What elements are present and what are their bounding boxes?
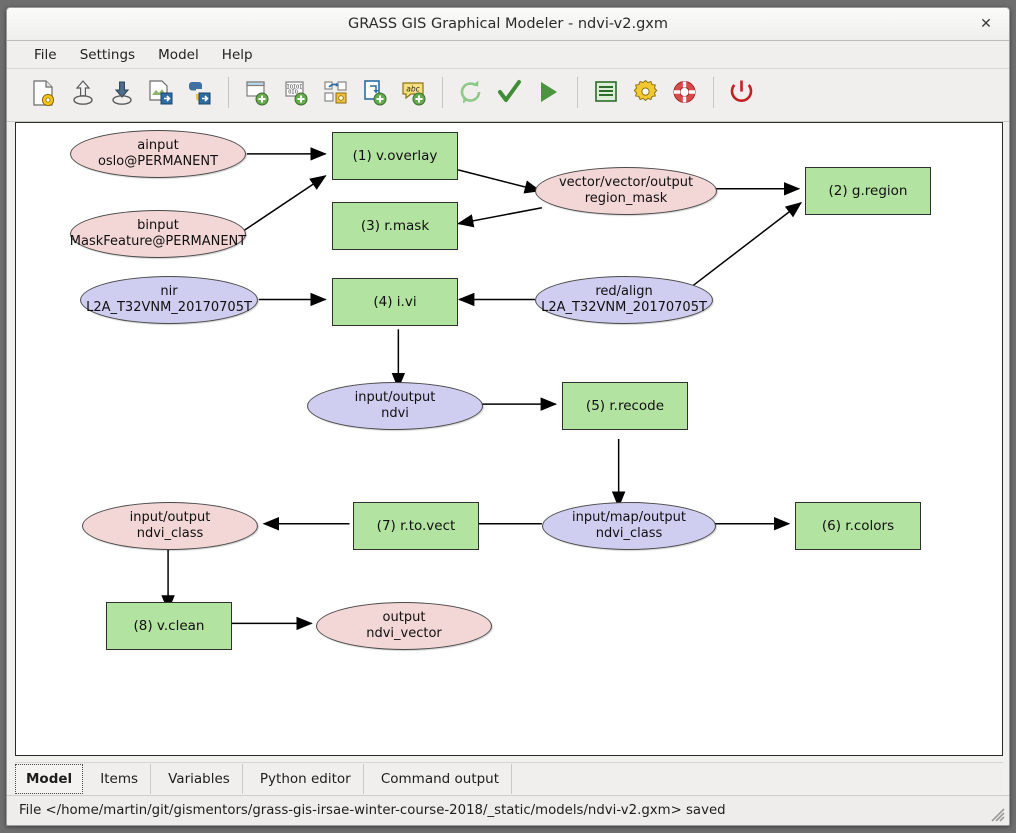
menu-help[interactable]: Help bbox=[213, 41, 262, 69]
node-label: (6) r.colors bbox=[821, 518, 895, 534]
command-node-i-vi[interactable]: (4) i.vi bbox=[332, 278, 458, 326]
node-label: (2) g.region bbox=[828, 183, 908, 199]
add-command-icon[interactable] bbox=[241, 77, 275, 113]
node-label-line1: ainput bbox=[137, 138, 179, 154]
save-model-icon[interactable] bbox=[105, 77, 139, 113]
modeler-window: GRASS GIS Graphical Modeler - ndvi-v2.gx… bbox=[6, 7, 1010, 826]
node-label-line1: vector/vector/output bbox=[558, 175, 694, 191]
data-node-ndvi-class-output[interactable]: input/output ndvi_class bbox=[82, 502, 258, 550]
window-title: GRASS GIS Graphical Modeler - ndvi-v2.gx… bbox=[347, 16, 669, 32]
add-comment-icon[interactable]: abc bbox=[397, 77, 431, 113]
data-node-ainput[interactable]: ainput oslo@PERMANENT bbox=[70, 130, 246, 178]
node-label: (7) r.to.vect bbox=[376, 518, 456, 534]
notebook-tabs: Model Items Variables Python editor Comm… bbox=[15, 762, 1003, 794]
help-icon[interactable] bbox=[668, 77, 702, 113]
node-label-line1: input/output bbox=[129, 510, 211, 526]
data-node-nir[interactable]: nir L2A_T32VNM_20170705T bbox=[80, 276, 258, 324]
redraw-model-icon[interactable] bbox=[454, 77, 488, 113]
command-node-r-colors[interactable]: (6) r.colors bbox=[795, 502, 921, 550]
add-relation-icon[interactable] bbox=[319, 77, 353, 113]
data-node-ndvi-vector[interactable]: output ndvi_vector bbox=[316, 602, 492, 650]
data-node-region-mask[interactable]: vector/vector/output region_mask bbox=[535, 167, 717, 215]
node-label-line1: output bbox=[382, 610, 426, 626]
node-label-line1: red/align bbox=[595, 284, 653, 300]
add-loop-icon[interactable] bbox=[358, 77, 392, 113]
node-label-line1: binput bbox=[137, 218, 179, 234]
node-label: (4) i.vi bbox=[373, 294, 417, 310]
tab-items[interactable]: Items bbox=[88, 764, 152, 794]
node-label: (3) r.mask bbox=[360, 218, 430, 234]
toolbar-separator-4 bbox=[707, 77, 720, 109]
node-label-line1: input/output bbox=[354, 390, 436, 406]
new-model-icon[interactable] bbox=[27, 77, 61, 113]
toolbar-separator-2 bbox=[436, 77, 449, 109]
command-node-r-recode[interactable]: (5) r.recode bbox=[562, 382, 688, 430]
node-label-line1: input/map/output bbox=[572, 510, 686, 526]
menu-bar: File Settings Model Help bbox=[7, 41, 1009, 69]
model-properties-icon[interactable] bbox=[590, 77, 624, 113]
node-label: (1) v.overlay bbox=[352, 148, 438, 164]
node-label-line2: ndvi_class bbox=[595, 526, 663, 541]
title-bar: GRASS GIS Graphical Modeler - ndvi-v2.gx… bbox=[7, 8, 1009, 41]
resize-grip[interactable] bbox=[990, 807, 1006, 823]
close-icon[interactable]: ✕ bbox=[973, 8, 999, 40]
svg-text:abc: abc bbox=[406, 85, 420, 94]
command-node-r-mask[interactable]: (3) r.mask bbox=[332, 202, 458, 250]
data-node-ndvi-class-input[interactable]: input/map/output ndvi_class bbox=[542, 502, 716, 550]
data-node-ndvi[interactable]: input/output ndvi bbox=[307, 382, 483, 430]
tab-python-editor[interactable]: Python editor bbox=[248, 764, 364, 794]
toolbar-separator-1 bbox=[222, 77, 235, 109]
node-label: (8) v.clean bbox=[133, 618, 205, 634]
node-label-line2: L2A_T32VNM_20170705T bbox=[541, 300, 707, 315]
model-canvas[interactable]: ainput oslo@PERMANENT binput MaskFeature… bbox=[15, 122, 1003, 756]
node-label-line2: MaskFeature@PERMANENT bbox=[69, 234, 247, 249]
menu-file[interactable]: File bbox=[25, 41, 66, 69]
toolbar: IOIOI OIO abc bbox=[7, 69, 1009, 122]
tab-variables[interactable]: Variables bbox=[156, 764, 243, 794]
command-node-v-clean[interactable]: (8) v.clean bbox=[106, 602, 232, 650]
open-model-icon[interactable] bbox=[66, 77, 100, 113]
node-label-line2: L2A_T32VNM_20170705T bbox=[86, 300, 252, 315]
menu-model[interactable]: Model bbox=[149, 41, 208, 69]
node-label-line2: ndvi_vector bbox=[366, 626, 442, 641]
data-node-binput[interactable]: binput MaskFeature@PERMANENT bbox=[70, 210, 246, 258]
run-model-icon[interactable] bbox=[532, 77, 566, 113]
status-bar: File </home/martin/git/gismentors/grass-… bbox=[7, 795, 1009, 825]
node-label-line1: nir bbox=[160, 284, 178, 300]
node-label-line2: ndvi_class bbox=[136, 526, 204, 541]
toolbar-separator-3 bbox=[571, 77, 584, 109]
menu-settings[interactable]: Settings bbox=[71, 41, 144, 69]
tab-command-output[interactable]: Command output bbox=[369, 764, 513, 794]
node-label-line2: ndvi bbox=[381, 406, 409, 421]
quit-icon[interactable] bbox=[725, 77, 759, 113]
tab-model[interactable]: Model bbox=[15, 764, 84, 794]
export-python-icon[interactable] bbox=[183, 77, 217, 113]
command-node-r-to-vect[interactable]: (7) r.to.vect bbox=[353, 502, 479, 550]
node-label-line2: oslo@PERMANENT bbox=[97, 154, 219, 169]
command-node-g-region[interactable]: (2) g.region bbox=[805, 167, 931, 215]
validate-model-icon[interactable] bbox=[493, 77, 527, 113]
data-node-red-align[interactable]: red/align L2A_T32VNM_20170705T bbox=[535, 276, 713, 324]
model-settings-icon[interactable] bbox=[629, 77, 663, 113]
export-image-icon[interactable] bbox=[144, 77, 178, 113]
node-label: (5) r.recode bbox=[585, 398, 665, 414]
command-node-v-overlay[interactable]: (1) v.overlay bbox=[332, 132, 458, 180]
add-data-icon[interactable]: IOIOI OIO bbox=[280, 77, 314, 113]
status-message: File </home/martin/git/gismentors/grass-… bbox=[19, 803, 726, 818]
node-label-line2: region_mask bbox=[584, 191, 668, 206]
